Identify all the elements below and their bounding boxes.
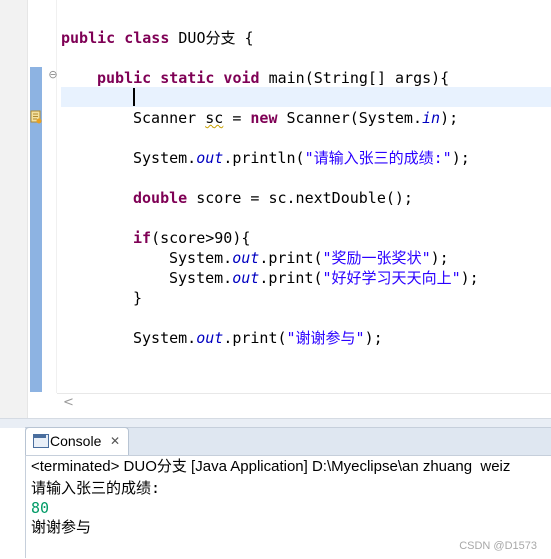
code-text: Scanner(System.	[277, 109, 422, 127]
code-line-scanner[interactable]: Scanner sc = new Scanner(System.in);	[133, 108, 458, 128]
scroll-left-icon[interactable]: <	[63, 395, 74, 410]
terminated-status: <terminated> DUO分支 [Java Application] D:…	[31, 458, 511, 475]
static-field: in	[422, 109, 441, 127]
console-border	[25, 455, 26, 558]
text-caret	[133, 88, 135, 106]
code-text: System.	[169, 249, 233, 267]
code-text: DUO分支 {	[169, 29, 254, 47]
code-text: .print(	[259, 269, 323, 287]
code-text: (score>90){	[151, 229, 251, 247]
code-text: =	[223, 109, 251, 127]
warning-variable: sc	[205, 109, 224, 127]
code-text: );	[460, 269, 479, 287]
code-text: .print(	[259, 249, 323, 267]
code-line-print-study[interactable]: System.out.print("好好学习天天向上");	[169, 268, 479, 288]
code-text: System.	[169, 269, 233, 287]
static-field: out	[232, 269, 260, 287]
console-output-result: 谢谢参与	[31, 518, 92, 536]
code-text: .print(	[223, 329, 287, 347]
console-user-input: 80	[31, 499, 50, 517]
string-literal: "奖励一张奖状"	[322, 249, 431, 267]
keyword: if	[133, 229, 152, 247]
keyword: new	[250, 109, 278, 127]
collapse-icon[interactable]: ⊖	[48, 69, 58, 80]
code-line-if[interactable]: if(score>90){	[133, 228, 250, 248]
string-literal: "请输入张三的成绩:"	[304, 149, 452, 167]
code-text: Scanner	[133, 109, 206, 127]
vertical-ruler	[0, 0, 28, 418]
code-text: );	[451, 149, 470, 167]
string-literal: "谢谢参与"	[286, 329, 365, 347]
static-field: out	[196, 149, 224, 167]
code-text: );	[430, 249, 449, 267]
static-field: out	[232, 249, 260, 267]
console-tab-label[interactable]: Console	[50, 432, 101, 450]
code-line-print-thanks[interactable]: System.out.print("谢谢参与");	[133, 328, 383, 348]
code-line-println[interactable]: System.out.println("请输入张三的成绩:");	[133, 148, 470, 168]
close-icon[interactable]: ✕	[110, 432, 120, 450]
code-text: );	[440, 109, 459, 127]
code-text: System.	[133, 149, 197, 167]
console-icon-titlebar	[34, 435, 46, 438]
code-line-print-award[interactable]: System.out.print("奖励一张奖状");	[169, 248, 449, 268]
code-text: score = sc.nextDouble();	[187, 189, 413, 207]
keyword: public static void	[97, 69, 260, 87]
code-text: System.	[133, 329, 197, 347]
code-line-close-if[interactable]: }	[133, 288, 142, 308]
code-line-class-declaration[interactable]: public class DUO分支 {	[61, 28, 254, 48]
code-line-main-declaration[interactable]: public static void main(String[] args){	[97, 68, 449, 88]
code-text: .println(	[223, 149, 305, 167]
watermark: CSDN @D1573	[459, 540, 537, 552]
string-literal: "好好学习天天向上"	[322, 269, 461, 287]
warning-icon[interactable]	[30, 110, 42, 124]
code-line-double[interactable]: double score = sc.nextDouble();	[133, 188, 413, 208]
code-text: );	[364, 329, 383, 347]
keyword: double	[133, 189, 188, 207]
keyword: public class	[61, 29, 170, 47]
console-output-prompt: 请输入张三的成绩:	[31, 479, 161, 497]
static-field: out	[196, 329, 224, 347]
horizontal-scrollbar[interactable]	[57, 393, 551, 414]
gutter-divider	[56, 0, 57, 393]
code-text: main(String[] args){	[259, 69, 450, 87]
